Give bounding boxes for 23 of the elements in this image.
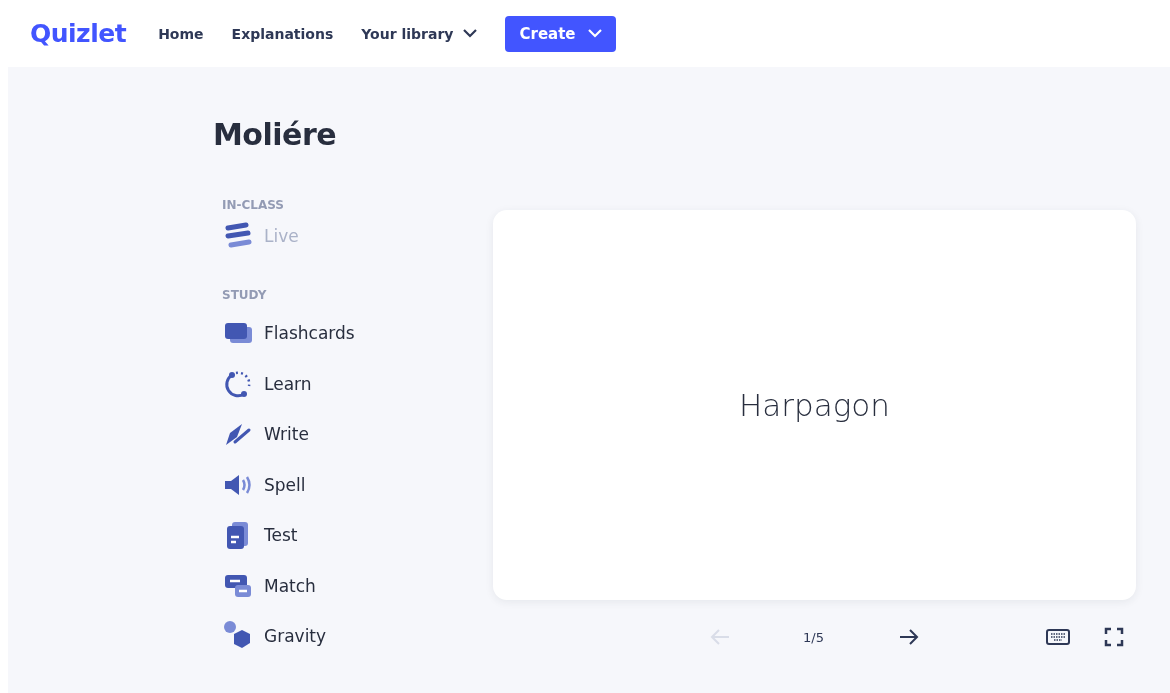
- create-button[interactable]: Create: [505, 15, 616, 52]
- flashcard[interactable]: Harpagon: [493, 210, 1136, 600]
- section-heading: STUDY: [222, 288, 268, 302]
- chevron-icon: [587, 29, 602, 38]
- logo[interactable]: Quizlet: [30, 19, 127, 48]
- fullscreen-icon[interactable]: [1103, 627, 1124, 647]
- nav-link[interactable]: Explanations: [231, 25, 334, 42]
- study-mode-link[interactable]: Match: [213, 560, 493, 611]
- card-counter: 1/5: [803, 629, 824, 645]
- set-title: Moliére: [213, 117, 338, 152]
- keyboard-icon[interactable]: [1045, 628, 1070, 646]
- card-term: Harpagon: [739, 387, 890, 423]
- chevron-icon: [463, 29, 478, 38]
- study-mode-link[interactable]: Test: [213, 510, 493, 561]
- study-mode-link[interactable]: Write: [213, 409, 493, 460]
- section-heading: IN-CLASS: [222, 198, 285, 212]
- study-mode-link[interactable]: Learn: [213, 358, 493, 409]
- study-mode-link[interactable]: Gravity: [213, 611, 493, 662]
- study-mode-link[interactable]: Flashcards: [213, 308, 493, 359]
- nav-link[interactable]: Home: [158, 25, 204, 42]
- study-mode-link[interactable]: Spell: [213, 459, 493, 510]
- nav-link[interactable]: Your library: [361, 25, 478, 42]
- next-button[interactable]: [897, 628, 920, 646]
